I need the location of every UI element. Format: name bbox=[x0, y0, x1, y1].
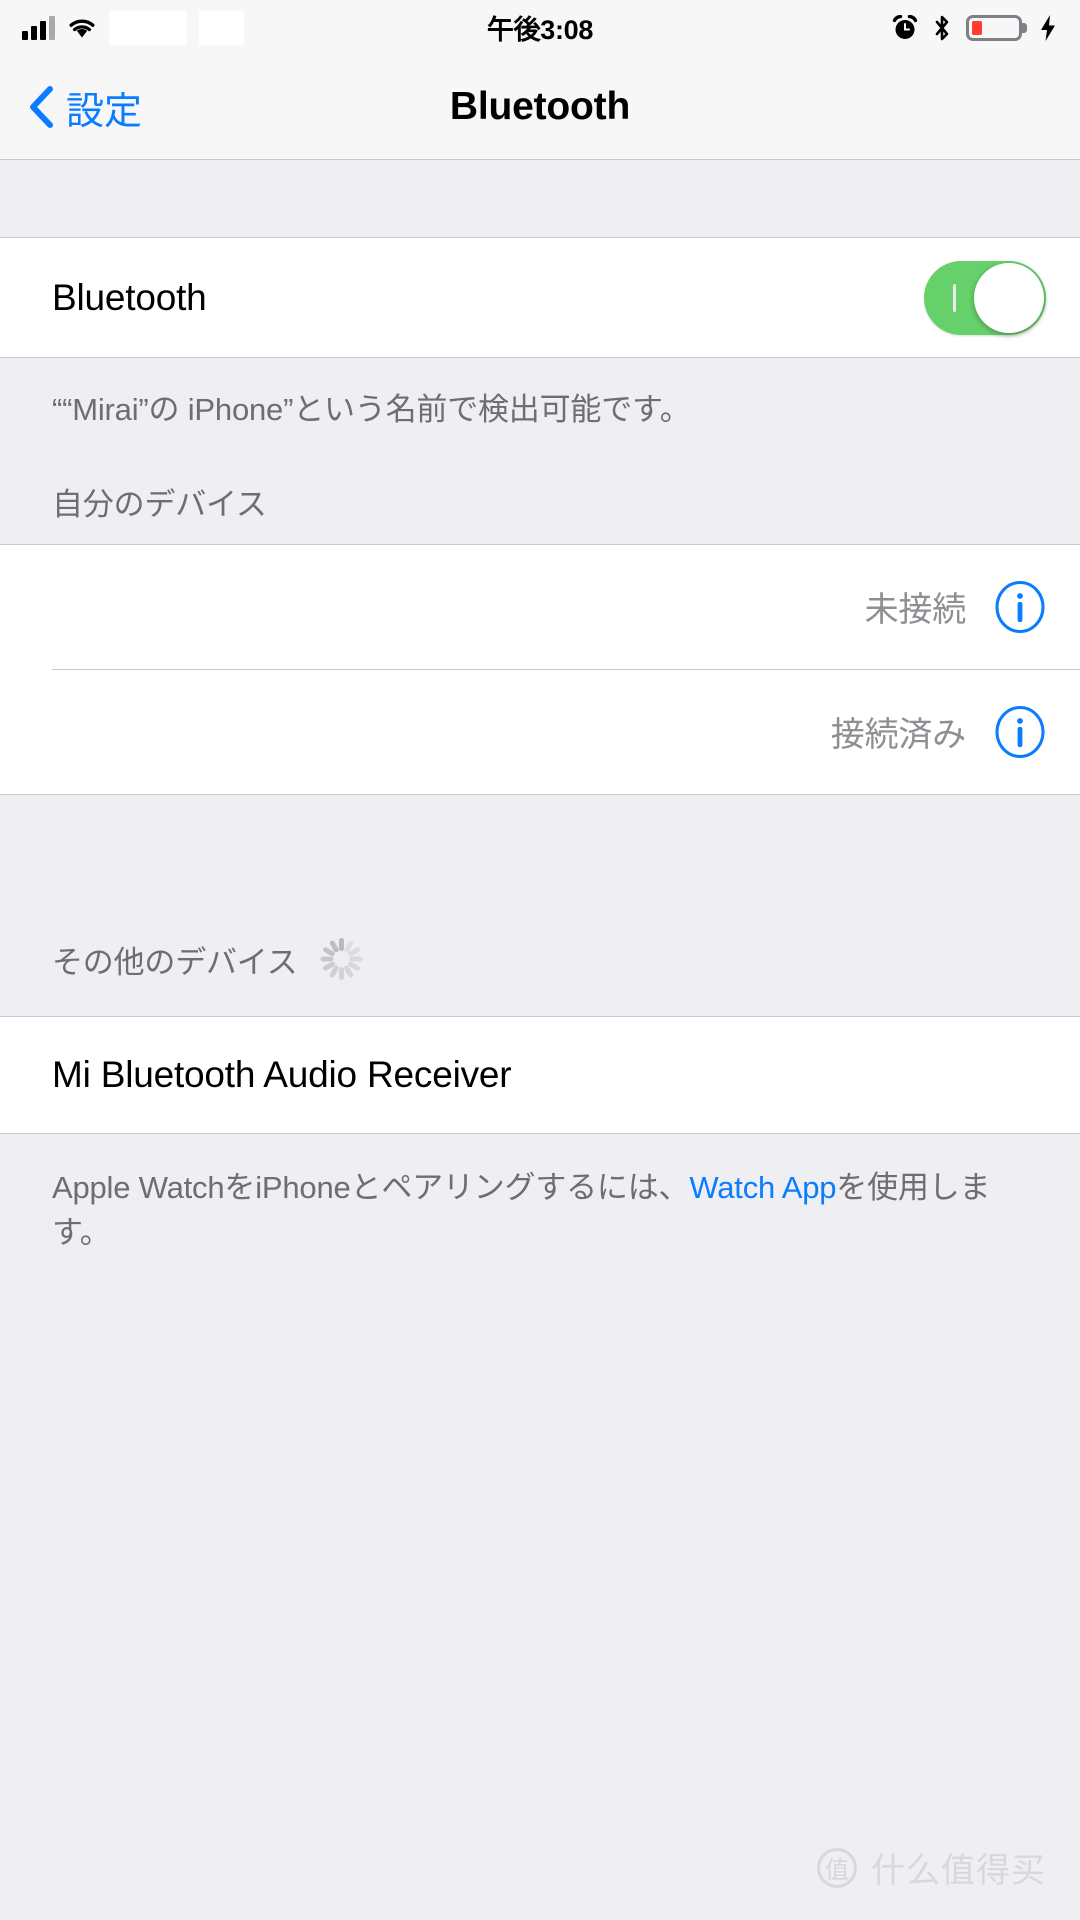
carrier-name-redaction bbox=[109, 10, 187, 45]
watermark-logo-icon: 值 bbox=[817, 1847, 857, 1888]
bluetooth-toggle-label: Bluetooth bbox=[52, 276, 207, 318]
bluetooth-settings-screen: 午後3:08 設定 Bluetooth Bluetooth ““Mirai”の … bbox=[0, 0, 1080, 1920]
my-devices-group: 未接続 接続済み bbox=[0, 543, 1080, 795]
bluetooth-icon bbox=[935, 15, 949, 40]
device-status: 接続済み bbox=[830, 716, 966, 755]
watch-app-footer-before: Apple WatchをiPhoneとペアリングするには、 bbox=[52, 1169, 690, 1205]
watermark-text: 什么值得买 bbox=[871, 1851, 1046, 1891]
status-bar-left bbox=[22, 10, 244, 45]
info-circle-icon[interactable] bbox=[994, 705, 1046, 758]
carrier-label-redaction bbox=[199, 10, 244, 45]
back-button[interactable]: 設定 bbox=[0, 80, 142, 135]
info-circle-icon[interactable] bbox=[994, 580, 1046, 633]
other-devices-header-label: その他のデバイス bbox=[52, 944, 298, 980]
other-device-name: Mi Bluetooth Audio Receiver bbox=[52, 1053, 512, 1095]
top-spacer bbox=[0, 160, 1080, 238]
wifi-icon bbox=[69, 19, 95, 37]
my-devices-header: 自分のデバイス bbox=[0, 433, 1080, 544]
navigation-bar: 設定 Bluetooth bbox=[0, 55, 1080, 160]
device-row-right: 接続済み bbox=[830, 705, 1046, 758]
device-row[interactable]: 未接続 bbox=[0, 544, 1080, 669]
status-bar-right bbox=[892, 14, 1058, 42]
section-spacer bbox=[0, 794, 1080, 891]
device-row-right: 未接続 bbox=[864, 580, 1046, 633]
my-devices-header-label: 自分のデバイス bbox=[52, 486, 267, 522]
bluetooth-toggle-switch[interactable] bbox=[924, 260, 1046, 335]
chevron-left-icon bbox=[30, 86, 53, 128]
activity-spinner-icon bbox=[319, 937, 363, 981]
bluetooth-toggle-row[interactable]: Bluetooth bbox=[0, 238, 1080, 358]
page-title: Bluetooth bbox=[449, 85, 631, 128]
device-status: 未接続 bbox=[864, 591, 967, 630]
watch-app-footer: Apple WatchをiPhoneとペアリングするには、Watch Appを使… bbox=[0, 1134, 1080, 1256]
other-devices-header: その他のデバイス bbox=[0, 891, 1080, 1016]
cellular-signal-icon bbox=[22, 15, 55, 40]
discoverable-note: ““Mirai”の iPhone”という名前で検出可能です。 bbox=[52, 392, 691, 427]
watermark: 值 什么值得买 bbox=[817, 1843, 1046, 1892]
lightning-bolt-icon bbox=[1041, 14, 1055, 41]
device-row[interactable]: 接続済み bbox=[0, 669, 1080, 794]
status-bar: 午後3:08 bbox=[0, 0, 1080, 55]
alarm-clock-icon bbox=[892, 14, 918, 39]
watch-app-link[interactable]: Watch App bbox=[689, 1170, 836, 1205]
toggle-knob bbox=[974, 262, 1044, 333]
battery-low-icon bbox=[966, 14, 1022, 41]
other-device-row[interactable]: Mi Bluetooth Audio Receiver bbox=[0, 1016, 1080, 1133]
toggle-on-tick bbox=[953, 283, 956, 312]
settings-content: Bluetooth ““Mirai”の iPhone”という名前で検出可能です。… bbox=[0, 160, 1080, 1920]
bluetooth-toggle-right bbox=[924, 260, 1046, 335]
other-devices-group: Mi Bluetooth Audio Receiver bbox=[0, 1015, 1080, 1134]
back-button-label: 設定 bbox=[66, 90, 143, 133]
